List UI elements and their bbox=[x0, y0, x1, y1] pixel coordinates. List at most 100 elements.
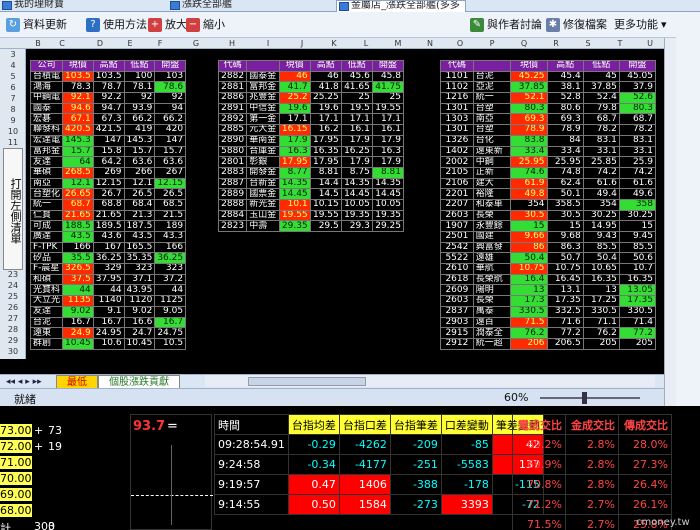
stock-name[interactable]: 和泰車 bbox=[472, 198, 512, 211]
stock-name[interactable]: 國泰金 bbox=[246, 70, 280, 83]
column-letter[interactable]: O bbox=[452, 38, 468, 49]
row-number[interactable]: 27 bbox=[0, 313, 26, 324]
stock-name[interactable]: 合庫金 bbox=[246, 145, 280, 158]
vertical-scrollbar[interactable] bbox=[664, 38, 676, 406]
stock-code[interactable]: 2903 bbox=[440, 316, 474, 329]
update-data-button[interactable]: ↻ 資料更新 bbox=[6, 17, 67, 33]
sheet-nav-arrows[interactable]: ◂◂ ◂ ▸ ▸▸ bbox=[6, 375, 42, 389]
stock-name[interactable]: 萬泰 bbox=[472, 305, 512, 318]
stock-code[interactable]: 2881 bbox=[217, 81, 248, 94]
stock-name[interactable]: 南亞 bbox=[29, 177, 64, 190]
stock-name[interactable]: 仁寶 bbox=[29, 209, 64, 222]
stock-name[interactable]: 可成 bbox=[29, 220, 64, 232]
stock-name[interactable]: 新光金 bbox=[246, 198, 280, 211]
stock-name[interactable]: 第一金 bbox=[246, 113, 280, 126]
stock-name[interactable]: 統一 bbox=[29, 198, 64, 211]
stock-name[interactable]: 遠百 bbox=[472, 316, 512, 329]
column-letter[interactable]: F bbox=[152, 38, 168, 49]
column-letter[interactable]: C bbox=[54, 38, 70, 49]
stock-name[interactable]: 台塑化 bbox=[29, 188, 64, 200]
stock-code[interactable]: 1303 bbox=[440, 113, 474, 126]
stock-name[interactable]: 玉山金 bbox=[246, 209, 280, 222]
zoom-slider[interactable] bbox=[540, 397, 640, 399]
stock-code[interactable]: 2105 bbox=[440, 166, 474, 179]
stock-code[interactable]: 2106 bbox=[440, 177, 474, 190]
stock-name[interactable]: 中信金 bbox=[246, 102, 280, 115]
row-number[interactable]: 26 bbox=[0, 302, 26, 313]
stock-name[interactable]: F-晨星 bbox=[29, 263, 64, 275]
stock-code[interactable]: 5522 bbox=[440, 252, 474, 265]
stock-code[interactable]: 1402 bbox=[440, 145, 474, 158]
column-letter[interactable]: K bbox=[326, 38, 342, 49]
zoom-slider-knob[interactable] bbox=[582, 392, 587, 404]
row-number[interactable]: 8 bbox=[0, 104, 26, 115]
sheet-tab-lowest[interactable]: 最低 bbox=[56, 375, 98, 389]
column-letter[interactable]: J bbox=[294, 38, 310, 49]
row-number[interactable]: 7 bbox=[0, 93, 26, 104]
stock-name[interactable]: 廣達 bbox=[29, 231, 64, 243]
stock-name[interactable]: 群創 bbox=[29, 337, 64, 350]
column-letter[interactable]: I bbox=[260, 38, 276, 49]
stock-code[interactable]: 1326 bbox=[440, 134, 474, 147]
stock-name[interactable]: 國泰 bbox=[29, 102, 64, 115]
stock-name[interactable]: 統一超 bbox=[472, 337, 512, 350]
stock-code[interactable]: 2882 bbox=[217, 70, 248, 83]
stock-name[interactable]: 遠雄 bbox=[472, 252, 512, 265]
usage-button[interactable]: ? 使用方法 bbox=[86, 17, 147, 33]
author-discuss-button[interactable]: ✎ 與作者討論 bbox=[470, 17, 542, 33]
stock-name[interactable]: 富邦金 bbox=[29, 145, 64, 158]
stock-name[interactable]: 彰銀 bbox=[246, 156, 280, 168]
stock-name[interactable]: 中壽 bbox=[246, 220, 280, 232]
row-number[interactable]: 10 bbox=[0, 126, 26, 137]
column-letter[interactable]: B bbox=[30, 38, 46, 49]
row-number[interactable]: 4 bbox=[0, 60, 26, 71]
stock-name[interactable]: 大立光 bbox=[29, 295, 64, 307]
horizontal-scroll-thumb[interactable] bbox=[248, 377, 366, 386]
column-letter[interactable]: T bbox=[612, 38, 628, 49]
row-number[interactable]: 25 bbox=[0, 291, 26, 302]
stock-code[interactable]: 1102 bbox=[440, 81, 474, 94]
stock-name[interactable]: 台泥 bbox=[472, 70, 512, 83]
stock-name[interactable]: 宏達電 bbox=[29, 134, 64, 147]
column-letter[interactable]: E bbox=[122, 38, 138, 49]
stock-name[interactable]: 友達 bbox=[29, 156, 64, 168]
stock-name[interactable]: 兆豐金 bbox=[246, 92, 280, 104]
stock-code[interactable]: 2884 bbox=[217, 209, 248, 222]
stock-code[interactable]: 2610 bbox=[440, 263, 474, 275]
stock-code[interactable]: 2618 bbox=[440, 273, 474, 286]
stock-code[interactable]: 2892 bbox=[217, 113, 248, 126]
stock-code[interactable]: 2207 bbox=[440, 198, 474, 211]
column-letter[interactable]: G bbox=[188, 38, 204, 49]
stock-name[interactable]: 台泥 bbox=[29, 316, 64, 329]
stock-name[interactable]: 長榮 bbox=[472, 295, 512, 307]
stock-code[interactable]: 2883 bbox=[217, 166, 248, 179]
more-functions-button[interactable]: 更多功能 ▾ bbox=[614, 17, 667, 33]
open-left-list-button[interactable]: 打開左側清單 bbox=[3, 148, 23, 270]
stock-name[interactable]: 裕隆 bbox=[472, 188, 512, 200]
column-letter[interactable]: N bbox=[422, 38, 438, 49]
stock-name[interactable]: 遠東新 bbox=[472, 145, 512, 158]
stock-name[interactable]: 光寶科 bbox=[29, 284, 64, 297]
column-letter[interactable]: Q bbox=[516, 38, 532, 49]
stock-code[interactable]: 2915 bbox=[440, 327, 474, 339]
stock-name[interactable]: 富邦金 bbox=[246, 81, 280, 94]
stock-code[interactable]: 2889 bbox=[217, 188, 248, 200]
stock-name[interactable]: 國票金 bbox=[246, 188, 280, 200]
column-letter[interactable]: S bbox=[580, 38, 596, 49]
stock-name[interactable]: 南亞 bbox=[472, 113, 512, 126]
column-letter[interactable]: P bbox=[484, 38, 500, 49]
stock-code[interactable]: 1301 bbox=[440, 124, 474, 136]
repair-file-button[interactable]: ✱ 修復檔案 bbox=[546, 17, 607, 33]
stock-name[interactable]: 國建 bbox=[472, 231, 512, 243]
row-number[interactable]: 30 bbox=[0, 346, 26, 357]
row-number[interactable]: 24 bbox=[0, 280, 26, 291]
stock-name[interactable]: 友達 bbox=[29, 305, 64, 318]
stock-code[interactable]: 2823 bbox=[217, 220, 248, 232]
stock-name[interactable]: 中鋼電 bbox=[29, 92, 64, 104]
stock-code[interactable]: 1101 bbox=[440, 70, 474, 83]
stock-code[interactable]: 2887 bbox=[217, 177, 248, 190]
stock-name[interactable]: 華南金 bbox=[246, 134, 280, 147]
stock-name[interactable]: 長榮 bbox=[472, 209, 512, 222]
stock-code[interactable]: 2002 bbox=[440, 156, 474, 168]
row-number[interactable]: 6 bbox=[0, 82, 26, 93]
